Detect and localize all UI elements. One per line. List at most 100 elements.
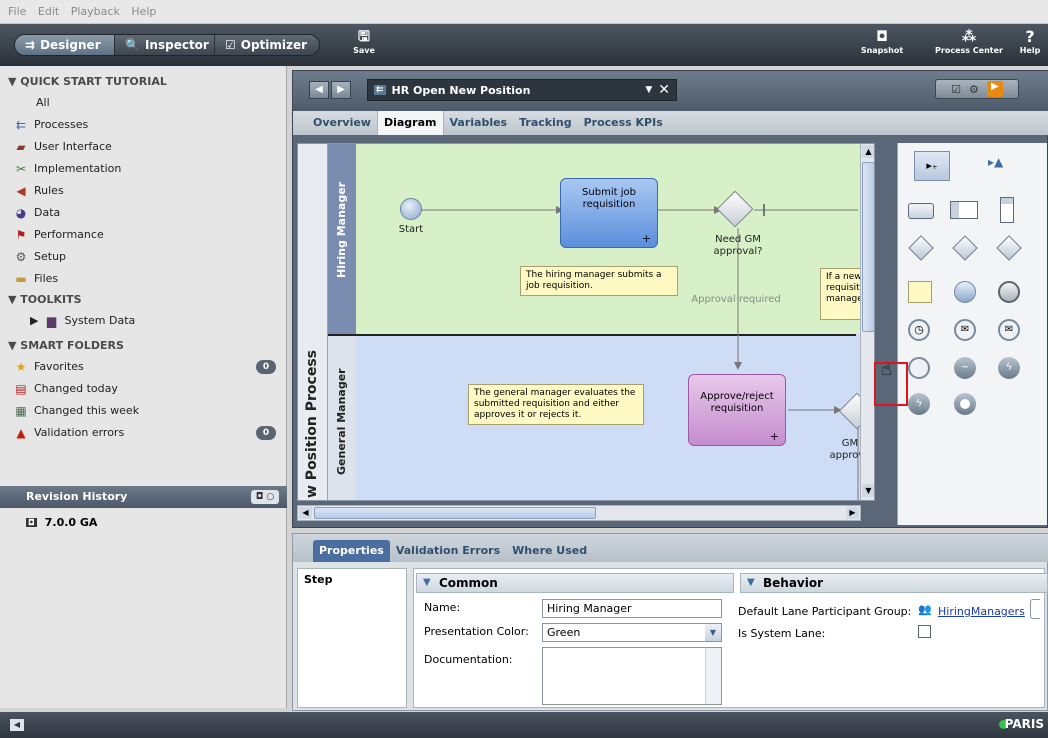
dropdown-icon[interactable]: ▼ <box>645 85 652 95</box>
menu-file[interactable]: File <box>8 0 26 24</box>
inclusive-gateway-tool-icon[interactable] <box>996 235 1022 261</box>
snapshot-button[interactable]: ◘ Snapshot <box>860 28 904 55</box>
close-icon[interactable]: ✕ <box>658 82 670 98</box>
debug-icon[interactable]: ⚙ <box>969 83 979 96</box>
selection-tool-icon[interactable]: ▸₊ <box>914 151 950 181</box>
quick-start-header[interactable]: ▼ QUICK START TUTORIAL <box>0 72 286 92</box>
optimizer-tab[interactable]: ☑ Optimizer <box>215 35 319 55</box>
process-center-button[interactable]: ⁂ Process Center <box>934 28 1004 55</box>
gateway-tool-icon[interactable] <box>908 235 934 261</box>
tab-where-used[interactable]: Where Used <box>506 540 593 562</box>
scroll-down-icon[interactable]: ▼ <box>862 484 874 497</box>
process-icon: ⇇ <box>15 118 27 132</box>
diagram-canvas[interactable]: w Position Process Hiring Manager Genera… <box>297 143 875 501</box>
menu-help[interactable]: Help <box>131 0 156 24</box>
vertical-scrollbar[interactable]: ▲ ▼ <box>860 144 874 500</box>
camera-icon: ◘ <box>876 29 888 45</box>
toolkits-header[interactable]: ▼ TOOLKITS <box>0 290 286 310</box>
category-user-interface[interactable]: ▰ User Interface <box>0 136 286 158</box>
select-group-button[interactable] <box>1030 599 1040 619</box>
menu-playback[interactable]: Playback <box>71 0 120 24</box>
toolkit-icon: ▆ <box>46 314 57 328</box>
folder-validation-errors[interactable]: ▲ Validation errors 0 <box>0 422 286 444</box>
category-processes[interactable]: ⇇ Processes <box>0 114 286 136</box>
editor-tabs: Overview Diagram Variables Tracking Proc… <box>293 111 1048 135</box>
tab-diagram[interactable]: Diagram <box>376 111 444 135</box>
scroll-right-icon[interactable]: ▶ <box>846 507 859 519</box>
back-button[interactable]: ◀ <box>309 81 329 99</box>
process-tab[interactable]: ⇇ HR Open New Position ▼ ✕ <box>367 79 677 101</box>
chart-icon[interactable]: ☑ <box>951 83 961 96</box>
note-tool-icon[interactable] <box>908 281 932 303</box>
start-event-tool-icon[interactable] <box>954 281 976 303</box>
count-badge: 0 <box>256 360 276 374</box>
tab-properties[interactable]: Properties <box>313 540 390 562</box>
behavior-section-header[interactable]: ▼ Behavior <box>740 573 1048 593</box>
sequence-flow-tool-icon[interactable]: ▸▲ <box>988 155 1018 177</box>
h-scroll-thumb[interactable] <box>314 507 596 519</box>
error-end-tool-icon[interactable]: ϟ <box>908 393 930 415</box>
inspector-tab[interactable]: 🔍 Inspector <box>115 35 215 55</box>
note-general-manager[interactable]: The general manager evaluates the submit… <box>468 384 644 425</box>
common-section-header[interactable]: ▼ Common <box>416 573 734 593</box>
folder-favorites[interactable]: ★ Favorites 0 <box>0 356 286 378</box>
system-lane-checkbox[interactable] <box>918 625 931 638</box>
category-rules[interactable]: ◀ Rules <box>0 180 286 202</box>
lane-tool-icon[interactable] <box>950 201 978 219</box>
scroll-left-icon[interactable]: ◀ <box>299 507 312 519</box>
timer-event-tool-icon[interactable]: ◷ <box>908 319 930 341</box>
error-event-tool-icon[interactable]: ϟ <box>998 357 1020 379</box>
save-icon: 🖫 <box>358 29 370 45</box>
textarea-scrollbar[interactable] <box>705 648 721 704</box>
parallel-gateway-tool-icon[interactable] <box>952 235 978 261</box>
name-input[interactable]: Hiring Manager <box>542 599 722 618</box>
name-label: Name: <box>424 601 461 614</box>
help-button[interactable]: ? Help <box>1016 28 1044 56</box>
tracking-event-tool-icon[interactable] <box>908 357 930 379</box>
documentation-textarea[interactable] <box>542 647 722 705</box>
revision-item[interactable]: ◘ 7.0.0 GA <box>26 516 97 529</box>
scroll-thumb[interactable] <box>862 162 874 332</box>
task-approve-reject-requisition[interactable]: Approve/reject requisition + <box>688 374 786 446</box>
category-all[interactable]: All <box>0 92 286 114</box>
scroll-up-icon[interactable]: ▲ <box>862 145 874 158</box>
category-files[interactable]: ▬ Files <box>0 268 286 290</box>
toolkit-system-data[interactable]: ▶ ▆ System Data <box>0 310 286 332</box>
participant-group-link[interactable]: HiringManagers <box>938 605 1025 618</box>
tab-validation-errors[interactable]: Validation Errors <box>390 540 506 562</box>
tab-tracking[interactable]: Tracking <box>513 111 577 135</box>
chevron-down-icon[interactable]: ▼ <box>705 624 721 641</box>
category-implementation[interactable]: ✂ Implementation <box>0 158 286 180</box>
tab-variables[interactable]: Variables <box>444 111 514 135</box>
activity-tool-icon[interactable] <box>908 203 934 219</box>
message-event-tool-icon[interactable]: ✉ <box>954 319 976 341</box>
section-step[interactable]: Step <box>298 569 406 590</box>
folder-changed-week[interactable]: ▦ Changed this week <box>0 400 286 422</box>
menu-edit[interactable]: Edit <box>38 0 59 24</box>
start-label: Start <box>398 224 424 235</box>
snapshot-toggle-icon[interactable]: ◘ ○ <box>251 490 279 504</box>
folder-changed-today[interactable]: ▤ Changed today <box>0 378 286 400</box>
task-submit-job-requisition[interactable]: Submit job requisition + <box>560 178 658 248</box>
message-end-tool-icon[interactable]: ✉ <box>998 319 1020 341</box>
collapse-panel-icon[interactable]: ◀ <box>10 719 24 731</box>
play-icon[interactable]: ▶ <box>986 81 1003 97</box>
forward-button[interactable]: ▶ <box>331 81 351 99</box>
terminate-event-tool-icon[interactable] <box>954 393 976 415</box>
save-button[interactable]: 🖫 Save <box>352 28 376 55</box>
pool-tool-icon[interactable] <box>1000 197 1014 223</box>
presentation-color-select[interactable]: Green ▼ <box>542 623 722 642</box>
designer-tab[interactable]: ⇉ Designer <box>15 35 115 55</box>
start-event[interactable] <box>400 198 422 220</box>
intermediate-event-tool-icon[interactable]: ~ <box>954 357 976 379</box>
category-setup[interactable]: ⚙ Setup <box>0 246 286 268</box>
note-hiring-manager[interactable]: The hiring manager submits a job requisi… <box>520 266 678 296</box>
tab-process-kpis[interactable]: Process KPIs <box>578 111 669 135</box>
end-event-tool-icon[interactable] <box>998 281 1020 303</box>
category-data[interactable]: ◕ Data <box>0 202 286 224</box>
tools-icon: ✂ <box>15 162 27 176</box>
horizontal-scrollbar[interactable]: ◀ ▶ <box>297 505 861 521</box>
category-performance[interactable]: ⚑ Performance <box>0 224 286 246</box>
smart-folders-header[interactable]: ▼ SMART FOLDERS <box>0 336 286 356</box>
tab-overview[interactable]: Overview <box>307 111 377 135</box>
